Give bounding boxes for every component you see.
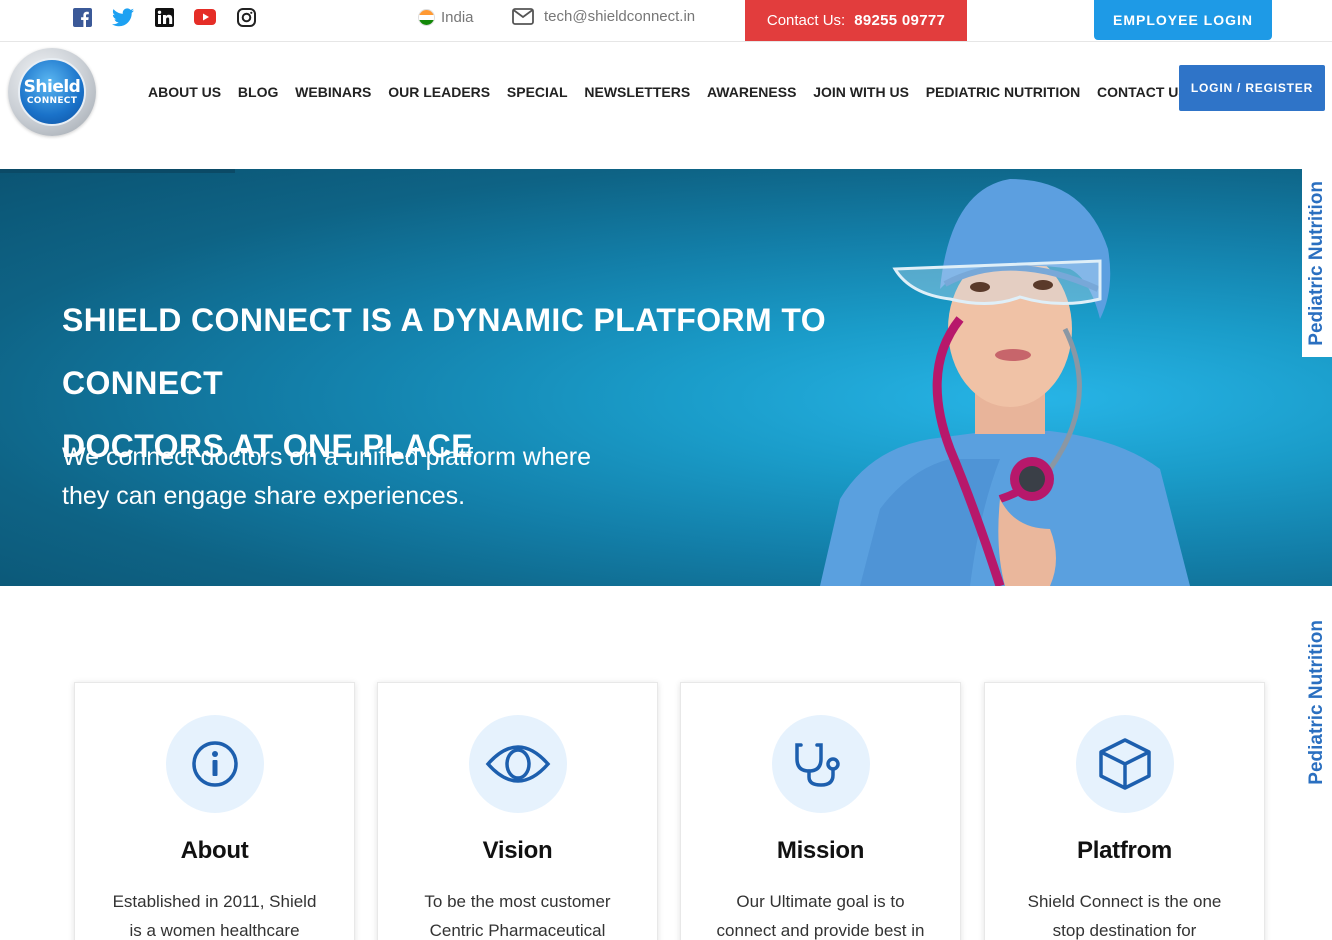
india-flag-icon xyxy=(418,9,435,26)
card-title: Platfrom xyxy=(1077,837,1172,864)
platform-card: Platfrom Shield Connect is the one stop d… xyxy=(984,682,1265,940)
nav-newsletters[interactable]: NEWSLETTERS xyxy=(584,84,690,100)
hero-subtitle-line2: they can engage share experiences. xyxy=(62,482,466,510)
hero-subtitle-line1: We connect doctors on a unified platform… xyxy=(62,443,591,471)
card-text-line1: Our Ultimate goal is to xyxy=(736,892,905,911)
login-register-button[interactable]: LOGIN / REGISTER xyxy=(1179,65,1325,111)
card-text-line1: Shield Connect is the one xyxy=(1027,892,1222,911)
eye-icon xyxy=(468,715,567,813)
pediatric-nutrition-side-tab[interactable]: Pediatric Nutrition xyxy=(1302,169,1332,357)
card-text: To be the most customer Centric Pharmaceu… xyxy=(408,887,628,940)
nav-join-with-us[interactable]: JOIN WITH US xyxy=(813,84,909,100)
hero-banner: SHIELD CONNECT IS A DYNAMIC PLATFORM TO … xyxy=(0,169,1332,586)
card-text-line2: is a women healthcare xyxy=(129,921,300,940)
logo-text-connect: CONNECT xyxy=(26,95,78,106)
hero-subtitle: We connect doctors on a unified platform… xyxy=(62,438,622,516)
card-text-line2: Centric Pharmaceutical xyxy=(429,921,606,940)
email-address: tech@shieldconnect.in xyxy=(544,8,696,25)
facebook-icon[interactable] xyxy=(71,6,93,28)
mail-icon xyxy=(512,8,534,25)
contact-number-box[interactable]: Contact Us: 89255 09777 xyxy=(745,0,967,41)
card-text: Our Ultimate goal is to connect and provi… xyxy=(711,887,931,940)
main-nav: ABOUT US BLOG WEBINARS OUR LEADERS SPECI… xyxy=(148,84,1205,100)
stethoscope-icon xyxy=(771,715,870,813)
contact-label: Contact Us: xyxy=(766,12,846,29)
card-text-line2: stop destination for xyxy=(1052,921,1197,940)
card-text: Established in 2011, Shield is a women he… xyxy=(105,887,325,940)
twitter-icon[interactable] xyxy=(112,6,134,28)
logo-badge: Shield CONNECT xyxy=(18,58,86,126)
shield-connect-logo[interactable]: Shield CONNECT xyxy=(8,48,96,136)
card-title: About xyxy=(180,837,249,864)
nav-pediatric-nutrition[interactable]: PEDIATRIC NUTRITION xyxy=(926,84,1081,100)
country-label: India xyxy=(441,9,474,26)
logo-text-shield: Shield xyxy=(23,76,81,97)
about-card: About Established in 2011, Shield is a wo… xyxy=(74,682,355,940)
employee-login-button[interactable]: EMPLOYEE LOGIN xyxy=(1094,0,1272,40)
nav-webinars[interactable]: WEBINARS xyxy=(295,84,371,100)
nav-our-leaders[interactable]: OUR LEADERS xyxy=(388,84,490,100)
linkedin-icon[interactable] xyxy=(153,6,175,28)
hero-title-line1: SHIELD CONNECT IS A DYNAMIC PLATFORM TO … xyxy=(62,302,827,401)
vision-card: Vision To be the most customer Centric Ph… xyxy=(377,682,658,940)
mission-card: Mission Our Ultimate goal is to connect a… xyxy=(680,682,961,940)
card-text: Shield Connect is the one stop destinatio… xyxy=(1015,887,1235,940)
top-bar: India tech@shieldconnect.in Contact Us: … xyxy=(0,0,1332,42)
hero-accent-bar xyxy=(0,169,235,173)
instagram-icon[interactable] xyxy=(235,6,257,28)
card-title: Vision xyxy=(482,837,553,864)
country-selector[interactable]: India xyxy=(418,9,474,26)
nav-awareness[interactable]: AWARENESS xyxy=(707,84,796,100)
box-icon xyxy=(1075,715,1174,813)
social-links xyxy=(71,6,257,28)
side-tab-label-lower: Pediatric Nutrition xyxy=(1306,620,1327,785)
card-text-line2: connect and provide best in xyxy=(716,921,925,940)
youtube-icon[interactable] xyxy=(194,6,216,28)
email-link[interactable]: tech@shieldconnect.in xyxy=(512,8,695,25)
info-icon xyxy=(165,715,264,813)
card-text-line1: Established in 2011, Shield xyxy=(112,892,317,911)
side-tab-label: Pediatric Nutrition xyxy=(1306,180,1327,346)
nav-contact-us[interactable]: CONTACT US xyxy=(1097,84,1188,100)
nav-about-us[interactable]: ABOUT US xyxy=(148,84,221,100)
card-text-line1: To be the most customer xyxy=(424,892,611,911)
nav-special[interactable]: SPECIAL xyxy=(507,84,568,100)
nav-blog[interactable]: BLOG xyxy=(238,84,278,100)
card-title: Mission xyxy=(776,837,865,864)
pediatric-nutrition-side-tab-lower[interactable]: Pediatric Nutrition xyxy=(1302,610,1332,795)
contact-number: 89255 09777 xyxy=(854,12,946,29)
